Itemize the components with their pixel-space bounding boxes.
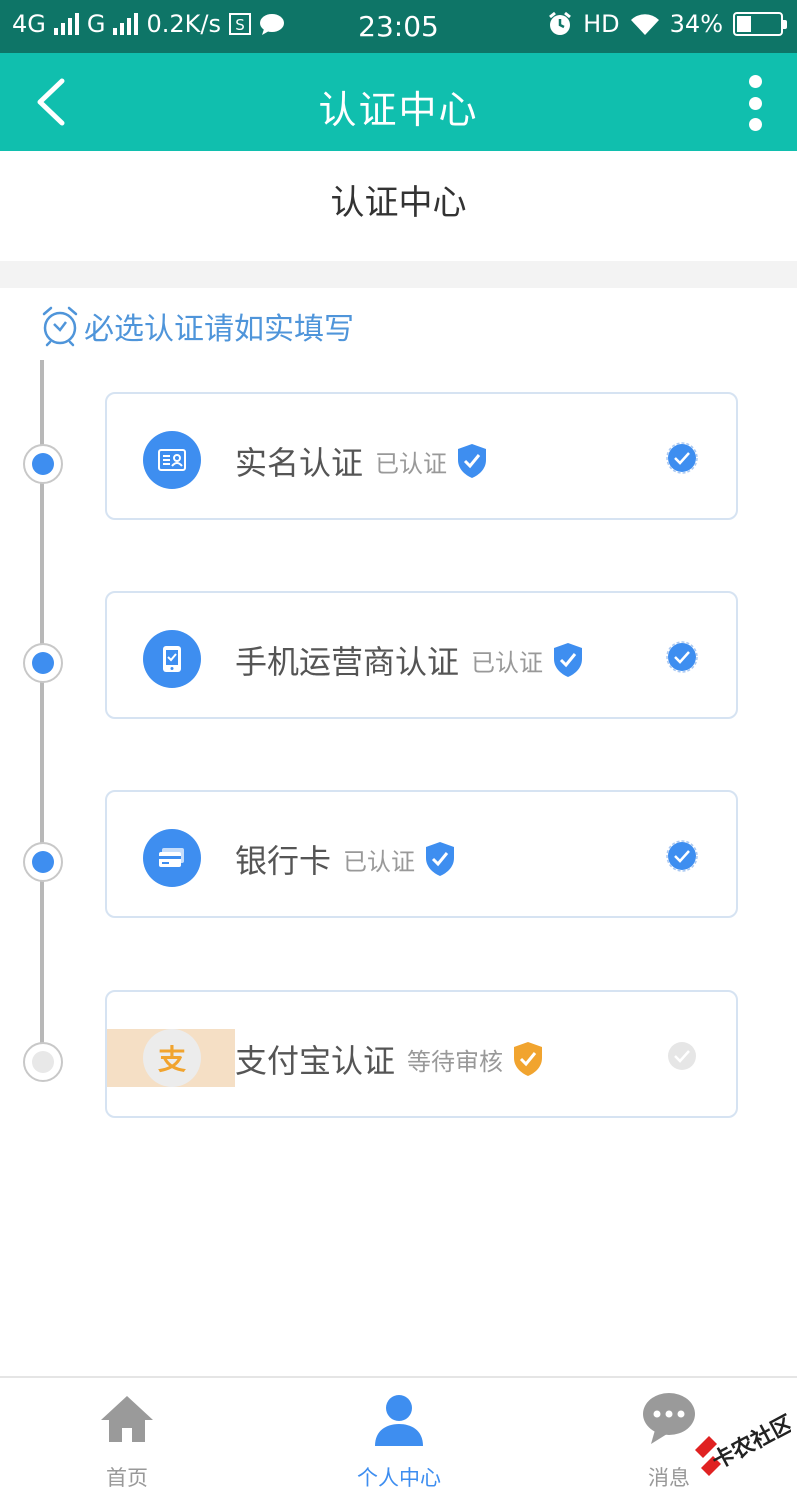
divider-band [0, 261, 797, 288]
verification-name: 手机运营商认证 已认证 [235, 637, 583, 683]
bank-card-icon [143, 829, 201, 887]
verification-card-carrier[interactable]: 手机运营商认证 已认证 [105, 591, 738, 719]
alarm-clock-icon [42, 306, 78, 347]
verification-label: 实名认证 [235, 444, 364, 482]
status-right: HD 34% [547, 10, 787, 38]
pending-shield-icon [514, 1042, 543, 1076]
verification-status: 等待审核 [407, 1047, 504, 1076]
battery-percent: 34% [669, 10, 723, 38]
alarm-icon [549, 11, 572, 35]
verification-status: 已认证 [471, 648, 544, 677]
nav-item-home[interactable]: 首页 [27, 1378, 227, 1500]
check-circle-icon [666, 840, 698, 872]
verification-card-bank[interactable]: 银行卡 已认证 [105, 790, 738, 918]
home-icon [101, 1396, 153, 1442]
app-bar-title: 认证中心 [318, 88, 479, 132]
battery-fill [737, 16, 751, 32]
verification-name: 支付宝认证 等待审核 [235, 1036, 543, 1082]
verification-status: 已认证 [375, 449, 448, 478]
verification-name: 实名认证 已认证 [235, 438, 487, 484]
nav-label-home: 首页 [106, 1466, 148, 1490]
verification-card-realname[interactable]: 实名认证 已认证 [105, 392, 738, 520]
app-bar: 认证中心 [0, 53, 797, 151]
verification-name: 银行卡 已认证 [235, 836, 455, 882]
watermark-text: 卡农社区 [708, 1410, 791, 1474]
nav-item-profile[interactable]: 个人中心 [299, 1378, 499, 1500]
message-icon [643, 1393, 695, 1444]
status-bar: 4G G 0.2K/s S 23:05 HD 34% [0, 0, 797, 53]
check-circle-icon [666, 641, 698, 673]
alipay-icon: 支 [143, 1029, 201, 1087]
verification-label: 支付宝认证 [235, 1042, 396, 1080]
watermark-logo: 卡农社区 [691, 1410, 797, 1480]
timeline-dot-3 [23, 842, 63, 882]
required-note-text: 必选认证请如实填写 [84, 312, 354, 347]
hd-indicator: HD [583, 10, 620, 38]
battery-icon [733, 12, 787, 36]
phone-icon [143, 630, 201, 688]
verified-shield-icon [458, 444, 487, 478]
timeline-dot-4 [23, 1042, 63, 1082]
alipay-glyph: 支 [157, 1043, 186, 1076]
verified-shield-icon [554, 643, 583, 677]
timeline-dot-1 [23, 444, 63, 484]
nav-label-profile: 个人中心 [357, 1466, 441, 1490]
wifi-icon [630, 14, 659, 35]
verification-label: 手机运营商认证 [235, 643, 460, 681]
timeline-dot-2 [23, 643, 63, 683]
verification-status: 已认证 [343, 847, 416, 876]
required-note: 必选认证请如实填写 [40, 303, 354, 349]
check-circle-icon-disabled [668, 1042, 696, 1070]
id-card-icon [143, 431, 201, 489]
person-icon [375, 1395, 423, 1446]
verification-card-alipay[interactable]: 支 支付宝认证 等待审核 [105, 990, 738, 1118]
verified-shield-icon [426, 842, 455, 876]
verification-label: 银行卡 [235, 842, 332, 880]
more-options-icon[interactable] [745, 75, 765, 131]
page-title: 认证中心 [330, 183, 467, 223]
check-circle-icon [666, 442, 698, 474]
bottom-nav: 首页 个人中心 消息 [0, 1376, 797, 1500]
